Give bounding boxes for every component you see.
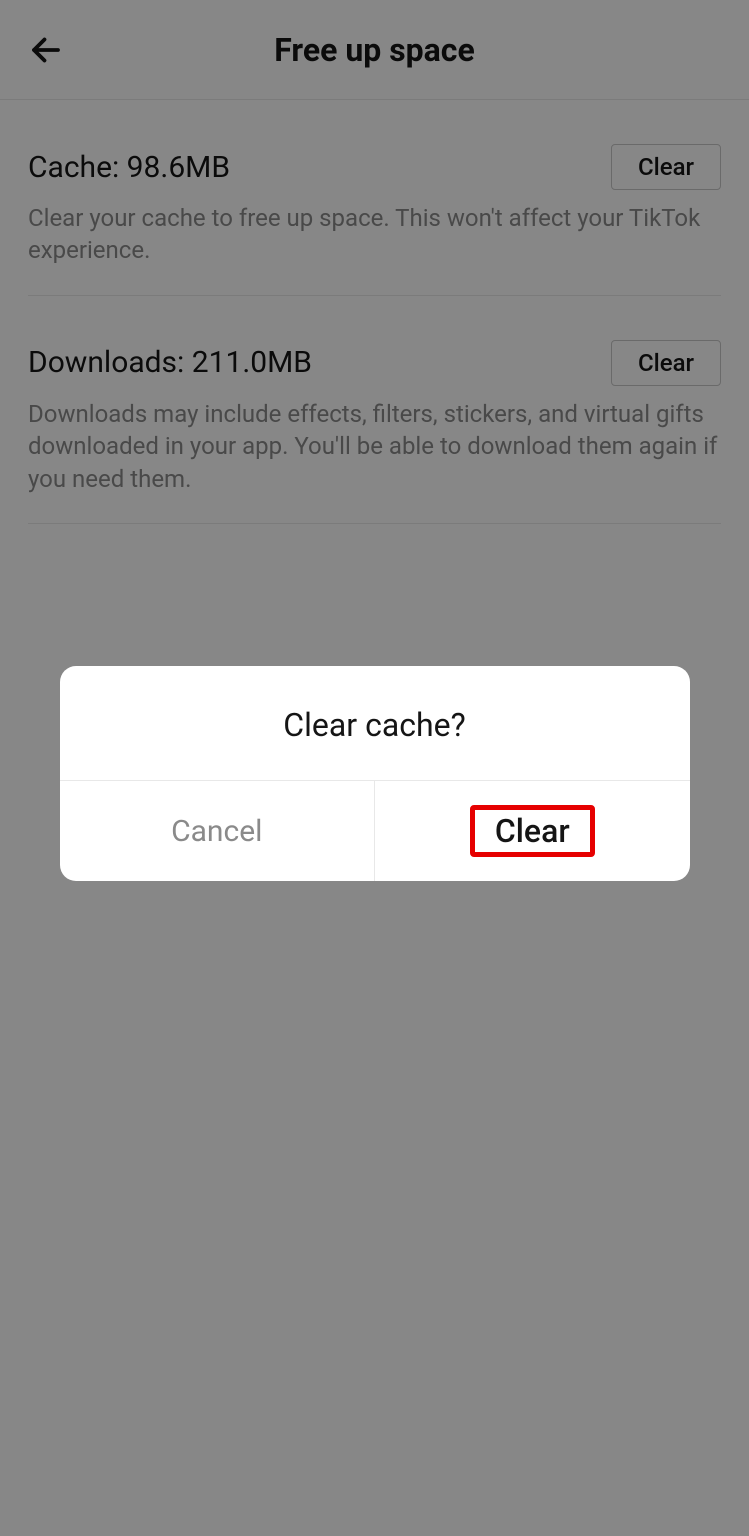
dialog-title: Clear cache? <box>60 666 690 780</box>
clear-confirm-label: Clear <box>470 805 595 857</box>
confirm-dialog: Clear cache? Cancel Clear <box>60 666 690 881</box>
clear-confirm-button[interactable]: Clear <box>375 781 690 881</box>
modal-overlay[interactable]: Clear cache? Cancel Clear <box>0 0 749 1536</box>
dialog-buttons: Cancel Clear <box>60 780 690 881</box>
cancel-button[interactable]: Cancel <box>60 781 376 881</box>
